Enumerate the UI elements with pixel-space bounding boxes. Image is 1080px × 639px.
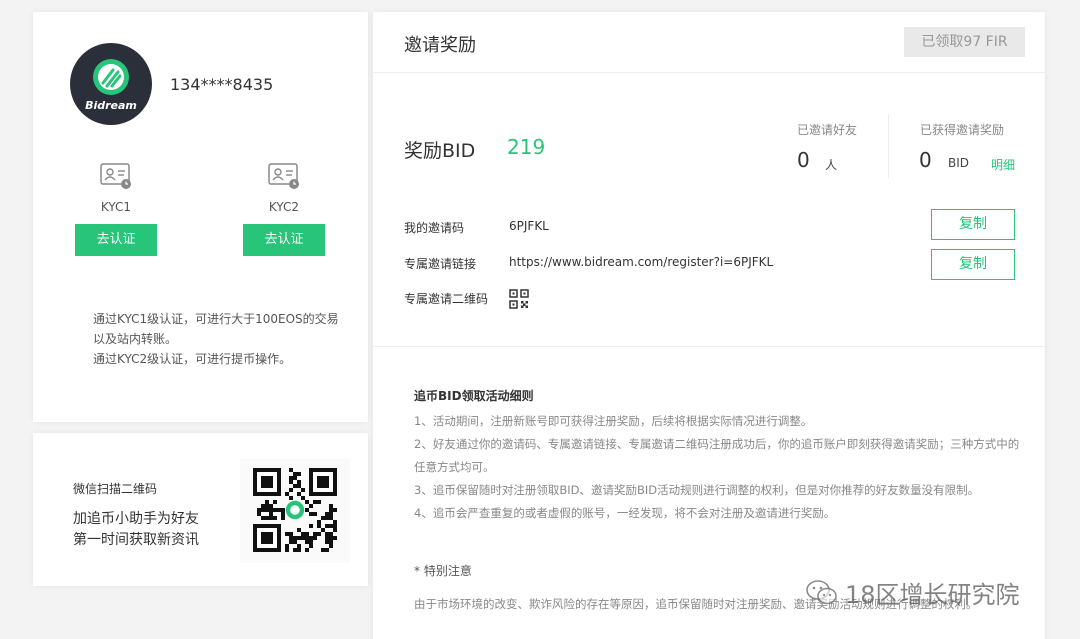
bidream-logo-icon [93, 59, 129, 95]
invite-link-label: 专属邀请链接 [404, 257, 477, 271]
kyc1-block: KYC1 去认证 [75, 162, 157, 256]
profile-card: Bidream 134****8435 KYC1 去认证 KYC2 去认证 通过… [33, 12, 368, 422]
wechat-description: 加追币小助手为好友 第一时间获取新资讯 [73, 509, 243, 551]
copy-code-button[interactable]: 复制 [931, 209, 1015, 240]
rule-item: 1、活动期间，注册新账号即可获得注册奖励，后续将根据实际情况进行调整。 [414, 414, 813, 428]
wechat-icon [806, 579, 837, 604]
invite-reward-panel: 邀请奖励 已领取97 FIR 奖励BID 219 已邀请好友 0 人 已获得邀请… [373, 12, 1045, 639]
watermark: 18区增长研究院 [805, 575, 1020, 610]
wechat-qr-code [240, 459, 350, 563]
copy-link-button[interactable]: 复制 [931, 249, 1015, 280]
reward-bid-label: 奖励BID [404, 140, 476, 162]
invite-link-value: https://www.bidream.com/register?i=6PJFK… [509, 255, 774, 269]
kyc2-label: KYC2 [268, 200, 300, 214]
invited-friends-label: 已邀请好友 [797, 123, 858, 137]
kyc2-verify-button[interactable]: 去认证 [243, 224, 325, 256]
rules-title: 追币BID领取活动细则 [414, 389, 534, 403]
invite-qr-label: 专属邀请二维码 [404, 292, 489, 306]
claimed-reward-button[interactable]: 已领取97 FIR [904, 27, 1025, 57]
wechat-line-2: 第一时间获取新资讯 [73, 532, 199, 548]
user-phone: 134****8435 [170, 75, 274, 94]
kyc1-verify-button[interactable]: 去认证 [75, 224, 157, 256]
page-title: 邀请奖励 [404, 35, 476, 56]
earned-reward-label: 已获得邀请奖励 [920, 123, 1005, 137]
avatar: Bidream [70, 43, 152, 125]
earned-reward-unit: BID [948, 156, 970, 170]
watermark-text: 18区增长研究院 [845, 581, 1020, 609]
invite-code-value: 6PJFKL [509, 219, 549, 233]
invite-code-label: 我的邀请码 [404, 221, 465, 235]
qr-code-icon [253, 468, 337, 552]
kyc-note-2: 通过KYC2级认证，可进行提币操作。 [93, 352, 292, 366]
special-note-title: * 特别注意 [414, 564, 472, 578]
avatar-brand: Bidream [85, 99, 137, 112]
kyc-note-1: 通过KYC1级认证，可进行大于100EOS的交易以及站内转账。 [93, 312, 339, 346]
wechat-title: 微信扫描二维码 [73, 482, 158, 496]
invited-friends-unit: 人 [825, 158, 838, 172]
section-divider [373, 346, 1045, 347]
kyc-notes: 通过KYC1级认证，可进行大于100EOS的交易以及站内转账。 通过KYC2级认… [93, 309, 343, 369]
qr-code-icon[interactable] [509, 289, 529, 309]
invited-friends-count: 0 [797, 148, 810, 172]
stat-divider [888, 114, 889, 178]
detail-link[interactable]: 明细 [991, 156, 1015, 173]
earned-reward-amount: 0 [919, 148, 932, 172]
rule-item: 4、追币会严查重复的或者虚假的账号，一经发现，将不会对注册及邀请进行奖励。 [414, 506, 836, 520]
rule-item: 3、追币保留随时对注册领取BID、邀请奖励BID活动规则进行调整的权利，但是对你… [414, 483, 980, 497]
kyc2-block: KYC2 去认证 [243, 162, 325, 256]
id-card-icon [100, 163, 131, 189]
rule-item: 2、好友通过你的邀请码、专属邀请链接、专属邀请二维码注册成功后，你的追币账户即刻… [414, 437, 1020, 474]
wechat-line-1: 加追币小助手为好友 [73, 511, 199, 527]
reward-bid-value: 219 [507, 135, 546, 159]
kyc1-label: KYC1 [100, 200, 132, 214]
wechat-card: 微信扫描二维码 加追币小助手为好友 第一时间获取新资讯 [33, 433, 368, 586]
id-card-icon [268, 163, 299, 189]
rules-list: 1、活动期间，注册新账号即可获得注册奖励，后续将根据实际情况进行调整。 2、好友… [414, 410, 1029, 525]
panel-header: 邀请奖励 已领取97 FIR [373, 12, 1045, 73]
